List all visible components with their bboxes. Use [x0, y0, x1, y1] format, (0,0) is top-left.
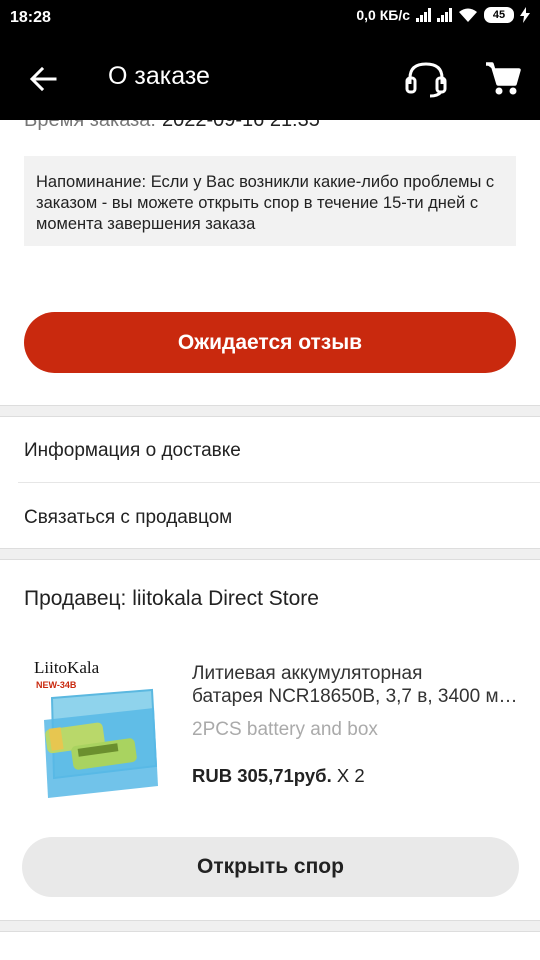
section-divider	[0, 405, 540, 417]
cart-icon[interactable]	[484, 60, 522, 98]
net-speed: 0,0 КБ/с	[356, 7, 410, 23]
charging-icon	[520, 7, 530, 23]
signal-2-icon	[437, 8, 452, 22]
awaiting-review-button[interactable]: Ожидается отзыв	[24, 312, 516, 373]
contact-seller-link[interactable]: Связаться с продавцом	[24, 507, 232, 529]
section-divider	[0, 548, 540, 560]
battery-icon: 45	[484, 7, 514, 23]
wifi-icon	[459, 8, 477, 22]
app-bar: О заказе	[0, 38, 540, 120]
status-bar: 18:28 0,0 КБ/с 45	[0, 0, 540, 38]
section-divider	[0, 920, 540, 932]
delivery-info-link[interactable]: Информация о доставке	[24, 440, 241, 462]
product-brand-text: LiitoKala	[34, 658, 100, 677]
headset-icon[interactable]	[404, 60, 448, 98]
page-title: О заказе	[108, 62, 210, 90]
row-divider	[18, 482, 540, 483]
product-price: RUB 305,71руб.	[192, 765, 332, 786]
seller-name[interactable]: Продавец: liitokala Direct Store	[24, 587, 319, 611]
product-title[interactable]: Литиевая аккумуляторная батарея NCR18650…	[192, 662, 522, 708]
product-variant: 2PCS battery and box	[192, 719, 378, 740]
status-time: 18:28	[10, 9, 51, 26]
product-image[interactable]: LiitoKala NEW-34B	[24, 646, 168, 806]
status-icons: 0,0 КБ/с 45	[356, 7, 530, 23]
product-title-line1: Литиевая аккумуляторная	[192, 663, 423, 684]
product-title-line2: батарея NCR18650B, 3,7 в, 3400 мАч	[192, 686, 520, 707]
signal-icon	[416, 8, 431, 22]
reminder-box: Напоминание: Если у Вас возникли какие-л…	[24, 156, 516, 246]
product-quantity: X 2	[336, 765, 365, 786]
back-arrow-icon[interactable]	[28, 64, 58, 94]
battery-level: 45	[484, 7, 514, 23]
open-dispute-button[interactable]: Открыть спор	[22, 837, 519, 897]
product-price-row: RUB 305,71руб. X 2	[192, 765, 365, 787]
product-model-text: NEW-34B	[36, 680, 77, 690]
